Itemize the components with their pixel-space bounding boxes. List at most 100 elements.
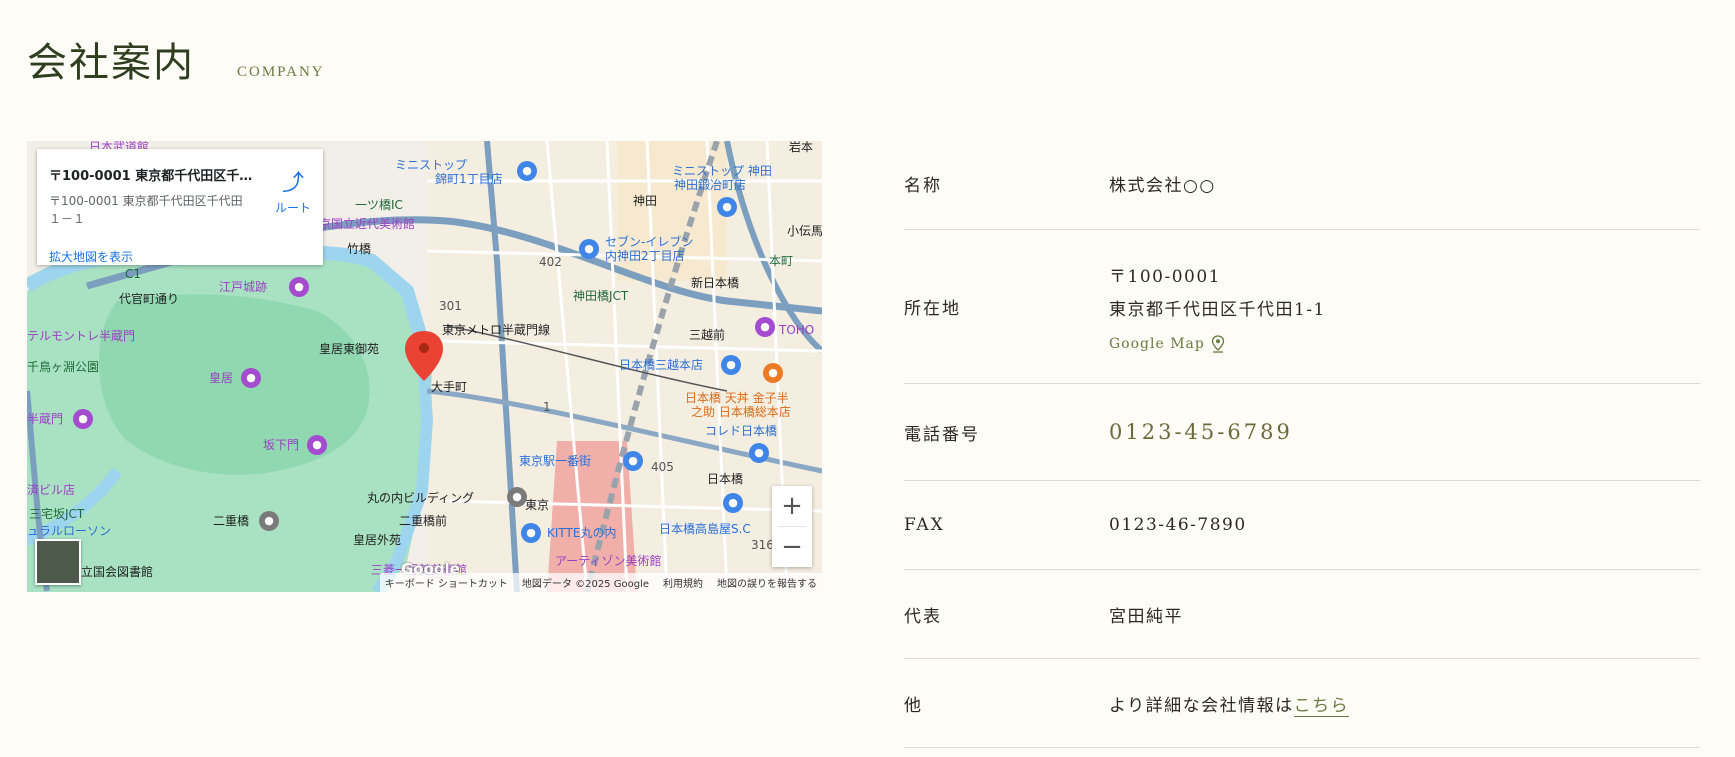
- map-label: セブン-イレブン: [605, 235, 694, 249]
- map-label: 二重橋前: [399, 514, 448, 528]
- info-row-fax: FAX 0123-46-7890: [904, 481, 1700, 570]
- map-label: 竹橋: [347, 242, 372, 256]
- poi-icon[interactable]: ●: [517, 161, 537, 181]
- map-label: 1: [543, 400, 551, 414]
- map-label: 岩本: [789, 141, 814, 154]
- map-label: 済ビル店: [27, 483, 76, 497]
- map-label: 新日本橋: [691, 276, 740, 290]
- map-label: 坂下門: [263, 438, 300, 452]
- map-label: 日本橋: [707, 472, 744, 486]
- poi-icon[interactable]: ●: [289, 277, 309, 297]
- zoom-control: + −: [772, 486, 812, 567]
- map-label: 千鳥ヶ淵公園: [27, 360, 100, 374]
- company-info-table: 名称 株式会社○○ 所在地 〒100-0001 東京都千代田区千代田1-1 Go…: [904, 138, 1700, 748]
- map-label: 二重橋: [213, 514, 250, 528]
- map-label: 東京メトロ半蔵門線: [442, 323, 551, 337]
- other-info-text: より詳細な会社情報は: [1109, 695, 1294, 716]
- map-label: 京国立近代美術館: [319, 217, 416, 231]
- map-label: 日本橋三越本店: [619, 358, 704, 372]
- info-row-name: 名称 株式会社○○: [904, 138, 1700, 230]
- info-row-phone: 電話番号 0123-45-6789: [904, 384, 1700, 481]
- page-title: 会社案内: [27, 40, 195, 85]
- directions-icon: ⤴: [281, 171, 304, 196]
- map-label: 402: [539, 255, 562, 269]
- phone-number[interactable]: 0123-45-6789: [1109, 420, 1293, 444]
- poi-icon[interactable]: ●: [763, 363, 783, 383]
- map-label: 日本橋高島屋S.C: [659, 522, 751, 536]
- map-label: テルモントレ半蔵門: [27, 329, 136, 343]
- info-row-representative: 代表 宮田純平: [904, 570, 1700, 659]
- map-pin-icon: [1211, 334, 1225, 353]
- poi-icon[interactable]: ●: [723, 493, 743, 513]
- map-label: 丸の内ビルディング: [367, 491, 475, 505]
- map-label: TOHO: [779, 323, 815, 337]
- map-label: 神田橋JCT: [573, 289, 629, 303]
- poi-icon[interactable]: ●: [721, 355, 741, 375]
- terms-link[interactable]: 利用規約: [663, 575, 703, 590]
- info-label: 電話番号: [904, 424, 980, 445]
- info-label: FAX: [904, 515, 945, 535]
- map-label: 三越前: [689, 328, 726, 342]
- poi-icon[interactable]: ●: [755, 317, 775, 337]
- map-data-credit: 地図データ ©2025 Google: [521, 579, 649, 590]
- keyboard-shortcuts-link[interactable]: キーボード ショートカット: [385, 575, 508, 590]
- zoom-out-button[interactable]: −: [772, 527, 812, 567]
- postal-code: 〒100-0001: [1109, 266, 1221, 287]
- google-map-link-label: Google Map: [1109, 335, 1205, 352]
- info-label: 他: [904, 695, 923, 716]
- info-label: 所在地: [904, 299, 961, 319]
- poi-icon[interactable]: ●: [717, 197, 737, 217]
- map-label: ュラルローソン: [27, 524, 112, 538]
- address-block: 〒100-0001 東京都千代田区千代田1-1 Google Map: [1109, 261, 1326, 353]
- poi-icon[interactable]: ●: [623, 451, 643, 471]
- company-name: 株式会社○○: [1109, 176, 1216, 196]
- map-label: 神田鍛冶町店: [674, 178, 747, 192]
- map-label: C1: [125, 267, 142, 281]
- info-label: 代表: [904, 606, 942, 627]
- fax-number: 0123-46-7890: [1109, 515, 1247, 535]
- poi-icon[interactable]: ●: [241, 368, 261, 388]
- map-label: 東京駅一番街: [519, 454, 592, 468]
- poi-icon[interactable]: ●: [579, 239, 599, 259]
- map-label: 皇居: [209, 371, 234, 385]
- info-label: 名称: [904, 176, 942, 196]
- map-label: コレド日本橋: [705, 424, 778, 438]
- page-header: 会社案内 COMPANY: [27, 30, 325, 88]
- poi-icon[interactable]: ●: [507, 487, 527, 507]
- map-label: KITTE丸の内: [547, 526, 617, 540]
- map-label: ミニストップ 神田: [672, 164, 772, 178]
- report-error-link[interactable]: 地図の誤りを報告する: [717, 575, 817, 590]
- representative-name: 宮田純平: [1109, 606, 1183, 627]
- map-label: 小伝馬: [787, 224, 822, 238]
- info-window-title: 〒100-0001 東京都千代田区千...: [49, 169, 254, 184]
- poi-icon[interactable]: ●: [307, 435, 327, 455]
- map-label: 皇居東御苑: [319, 342, 380, 356]
- map-label: 大手町: [431, 380, 468, 394]
- embedded-map[interactable]: 日本武道館 ミニストップ 錦町1丁目店 ミニストップ 神田 神田鍛冶町店 京国立…: [27, 141, 822, 592]
- map-label: 日本橋 天丼 金子半: [685, 391, 789, 405]
- address-text: 東京都千代田区千代田1-1: [1109, 299, 1326, 320]
- poi-icon[interactable]: ●: [521, 523, 541, 543]
- info-row-other: 他 より詳細な会社情報はこちら: [904, 659, 1700, 748]
- map-label: 三宅坂JCT: [29, 507, 85, 521]
- google-map-link[interactable]: Google Map: [1109, 334, 1225, 353]
- map-label: 301: [439, 299, 462, 313]
- enlarge-map-link[interactable]: 拡大地図を表示: [49, 248, 133, 265]
- map-label: 半蔵門: [27, 412, 64, 426]
- poi-icon[interactable]: ●: [73, 409, 93, 429]
- page-subtitle: COMPANY: [237, 64, 325, 80]
- map-type-toggle[interactable]: [35, 539, 81, 585]
- map-label: 神田: [633, 194, 658, 208]
- map-label: 皇居外苑: [353, 533, 402, 547]
- map-label: 東京: [525, 498, 550, 512]
- poi-icon[interactable]: ●: [749, 443, 769, 463]
- poi-icon[interactable]: ●: [259, 511, 279, 531]
- other-info: より詳細な会社情報はこちら: [1109, 691, 1350, 717]
- info-window-address: 〒100-0001 東京都千代田区千代田１－１: [49, 194, 243, 226]
- details-link[interactable]: こちら: [1293, 695, 1350, 717]
- zoom-in-button[interactable]: +: [772, 486, 812, 526]
- map-attribution: キーボード ショートカット 地図データ ©2025 Google 利用規約 地図…: [379, 573, 822, 592]
- map-label: 405: [651, 460, 674, 474]
- route-button[interactable]: ⤴ ルート: [267, 165, 319, 216]
- map-label: 本町: [769, 254, 794, 268]
